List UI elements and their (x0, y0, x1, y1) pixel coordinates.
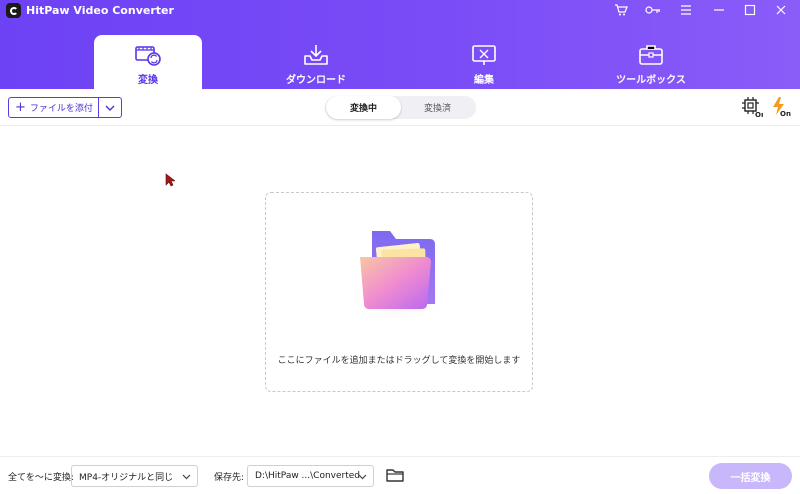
app-title: HitPaw Video Converter (26, 4, 174, 17)
tab-convert[interactable]: 変換 (94, 35, 202, 89)
app-logo (6, 3, 21, 18)
maximize-icon[interactable] (741, 2, 759, 18)
tab-toolbox[interactable]: ツールボックス (597, 35, 705, 89)
status-segmented-control: 変換中 変換済 (325, 96, 476, 119)
menu-icon[interactable] (677, 2, 695, 18)
toolbox-icon (637, 43, 665, 67)
cart-icon[interactable] (612, 2, 630, 18)
chevron-down-icon (105, 105, 115, 111)
close-icon[interactable] (772, 2, 790, 18)
add-file-dropdown[interactable] (99, 98, 121, 117)
toolbar: + ファイルを添付 変換中 変換済 On On (0, 89, 800, 126)
tab-label: 編集 (474, 75, 494, 86)
output-format-select[interactable]: MP4-オリジナルと同じ (71, 465, 198, 487)
title-bar: HitPaw Video Converter (0, 0, 800, 22)
film-convert-icon (134, 43, 162, 67)
chevron-down-icon (358, 470, 367, 487)
save-path-select[interactable]: D:\HitPaw ...\Converted (247, 465, 374, 487)
tab-converted[interactable]: 変換済 (400, 96, 475, 119)
tab-converting[interactable]: 変換中 (326, 96, 401, 119)
bottom-bar: 全てを～に変換: MP4-オリジナルと同じ 保存先: D:\HitPaw ...… (0, 456, 800, 494)
app-header: HitPaw Video Converter 変換 ダウンロード 編集 ツールボ… (0, 0, 800, 89)
svg-text:On: On (755, 111, 763, 118)
key-icon[interactable] (644, 2, 662, 18)
save-path-value: D:\HitPaw ...\Converted (255, 471, 361, 481)
add-file-button[interactable]: + ファイルを添付 (9, 98, 100, 117)
add-file-label: ファイルを添付 (29, 104, 93, 114)
lightning-on-icon[interactable]: On (770, 96, 792, 118)
minimize-icon[interactable] (710, 2, 728, 18)
edit-scissors-icon (470, 43, 498, 67)
open-folder-icon[interactable] (386, 467, 404, 483)
save-location-label: 保存先: (214, 473, 245, 483)
tab-download[interactable]: ダウンロード (262, 35, 370, 89)
chevron-down-icon (182, 470, 191, 487)
convert-all-button[interactable]: 一括変換 (709, 463, 792, 489)
download-tray-icon (302, 43, 330, 67)
svg-text:On: On (780, 110, 791, 118)
output-format-value: MP4-オリジナルと同じ (79, 472, 174, 483)
tab-edit[interactable]: 編集 (430, 35, 538, 89)
main-tabs: 変換 ダウンロード 編集 ツールボックス (0, 35, 800, 89)
tab-label: ツールボックス (616, 75, 686, 86)
convert-all-label: 全てを～に変換: (8, 473, 74, 483)
file-drop-zone[interactable]: ここにファイルを追加またはドラッグして変換を開始します (265, 192, 533, 392)
folder-icon (344, 223, 456, 323)
hardware-accel-on-icon[interactable]: On (741, 96, 766, 119)
tab-label: ダウンロード (286, 75, 346, 86)
mouse-cursor-icon (165, 172, 176, 191)
drop-instructions: ここにファイルを追加またはドラッグして変換を開始します (277, 356, 521, 366)
plus-icon: + (15, 100, 26, 115)
add-file-button-group: + ファイルを添付 (8, 97, 122, 118)
tab-label: 変換 (138, 75, 158, 86)
